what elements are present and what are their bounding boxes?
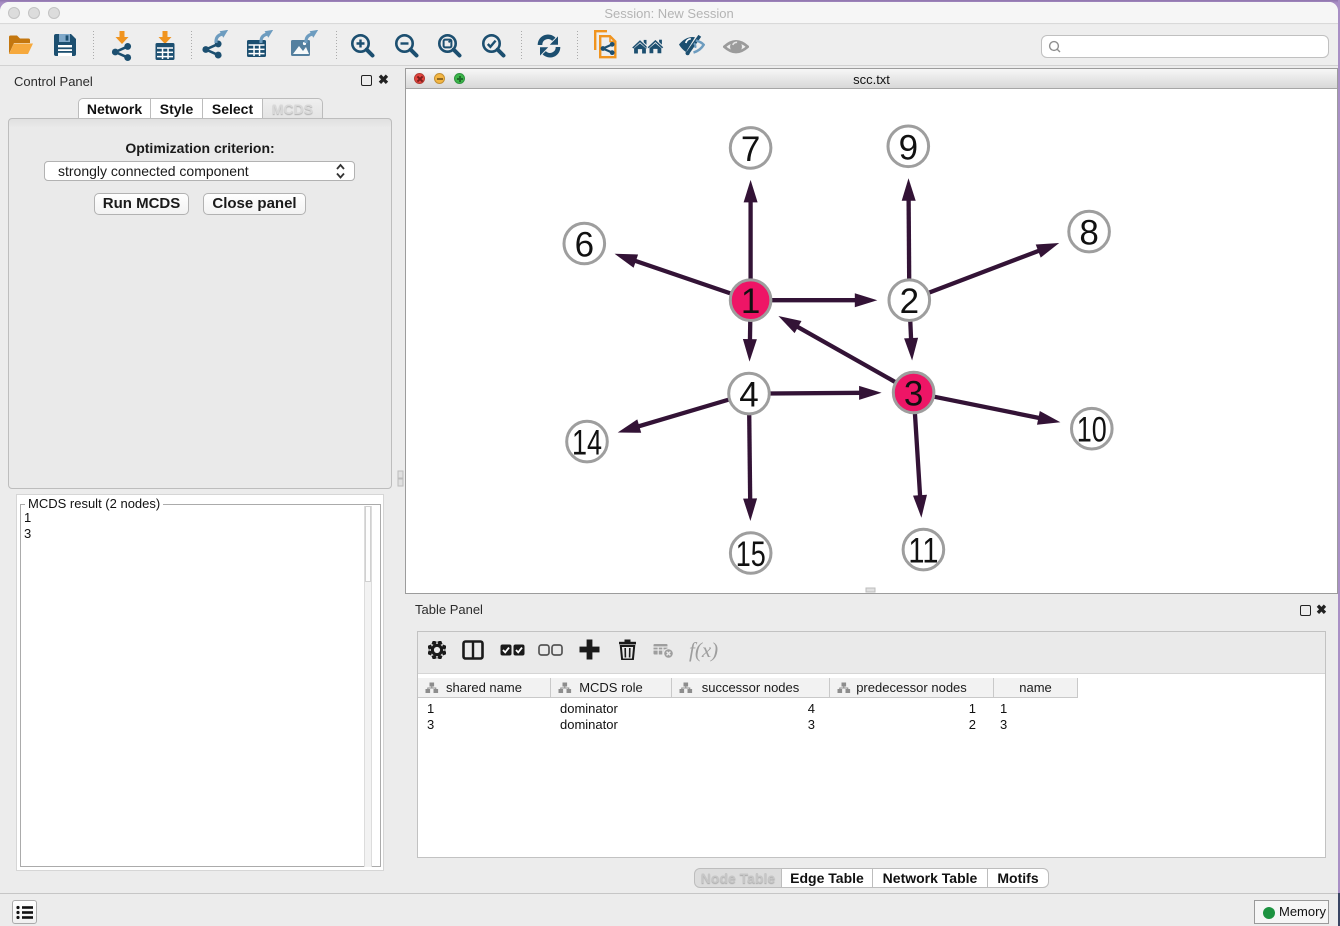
svg-text:15: 15 xyxy=(736,535,766,574)
svg-text:6: 6 xyxy=(575,225,594,264)
svg-text:3: 3 xyxy=(904,374,923,413)
svg-text:2: 2 xyxy=(900,282,919,321)
svg-text:9: 9 xyxy=(899,128,918,167)
svg-text:11: 11 xyxy=(908,532,938,571)
svg-text:8: 8 xyxy=(1079,214,1098,253)
svg-text:10: 10 xyxy=(1077,411,1107,450)
svg-text:1: 1 xyxy=(741,282,760,321)
svg-text:14: 14 xyxy=(572,424,602,463)
svg-text:4: 4 xyxy=(739,376,758,415)
svg-text:7: 7 xyxy=(741,130,760,169)
